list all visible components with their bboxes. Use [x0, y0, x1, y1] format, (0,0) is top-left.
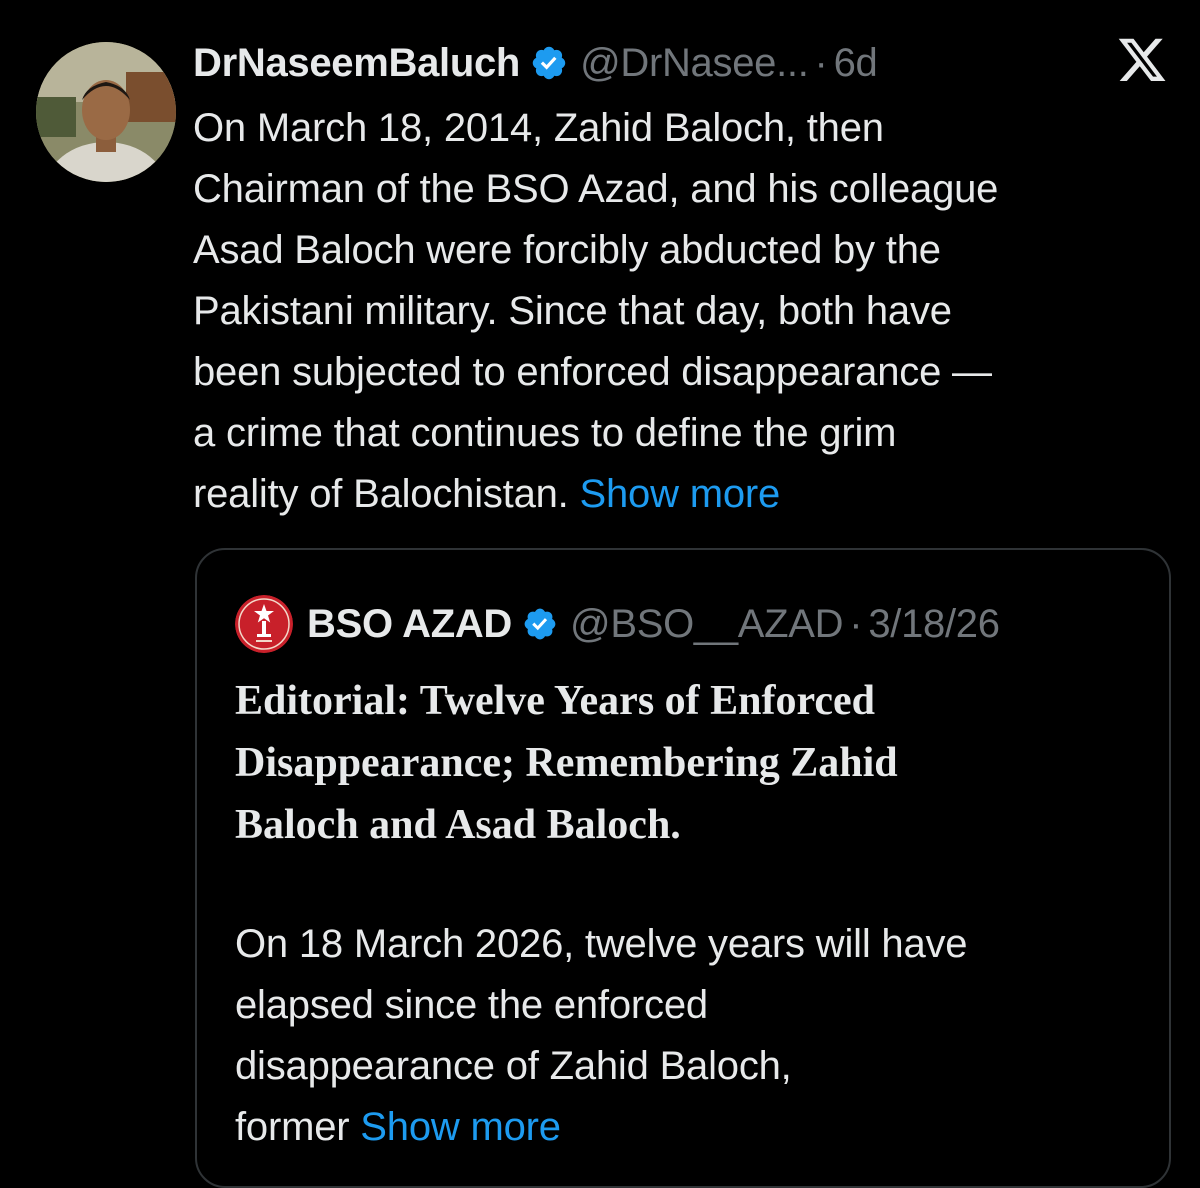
author-name[interactable]: DrNaseemBaluch [193, 41, 520, 86]
author-avatar[interactable] [36, 42, 176, 182]
tweet-text-line-last: reality of Balochistan. Show more [193, 464, 1183, 525]
tweet-text-line-content: reality of Balochistan. [193, 472, 569, 516]
quoted-body-text: On 18 March 2026, twelve years will have… [235, 914, 1155, 1158]
tweet-timestamp[interactable]: 6d [834, 41, 878, 86]
tweet-text-line: a crime that continues to define the gri… [193, 411, 897, 455]
tweet-text-line: Asad Baloch were forcibly abducted by th… [193, 228, 941, 272]
quoted-headline-line: Editorial: Twelve Years of Enforced [235, 678, 876, 724]
quoted-tweet-header: BSO AZAD @BSO__AZAD · 3/18/26 [235, 595, 1000, 653]
quoted-author-handle[interactable]: @BSO__AZAD [570, 602, 844, 647]
quoted-body-line: elapsed since the enforced [235, 983, 708, 1027]
quoted-show-more-link[interactable]: Show more [360, 1105, 561, 1149]
tweet-header: DrNaseemBaluch @DrNasee... · 6d [193, 38, 878, 88]
tweet-text-line: On March 18, 2014, Zahid Baloch, then [193, 106, 884, 150]
quoted-headline-line: Baloch and Asad Baloch. [235, 802, 681, 848]
quoted-body-line: disappearance of Zahid Baloch, [235, 1044, 792, 1088]
tweet-text: On March 18, 2014, Zahid Baloch, then Ch… [193, 98, 1183, 525]
tweet-text-line: been subjected to enforced disappearance… [193, 350, 992, 394]
x-logo-icon[interactable] [1116, 38, 1168, 86]
quoted-tweet-timestamp[interactable]: 3/18/26 [868, 602, 1000, 647]
verified-badge-icon [530, 44, 568, 82]
verified-badge-icon [522, 606, 558, 642]
quoted-author-name[interactable]: BSO AZAD [307, 602, 512, 647]
tweet-text-line: Pakistani military. Since that day, both… [193, 289, 952, 333]
tweet-text-line: Chairman of the BSO Azad, and his collea… [193, 167, 999, 211]
header-separator: · [814, 40, 828, 85]
quoted-body-line-content: former [235, 1105, 350, 1149]
quoted-body-line: On 18 March 2026, twelve years will have [235, 922, 968, 966]
quoted-headline: Editorial: Twelve Years of Enforced Disa… [235, 670, 1155, 856]
quoted-headline-line: Disappearance; Remembering Zahid [235, 740, 898, 786]
quoted-header-separator: · [849, 601, 863, 646]
show-more-link[interactable]: Show more [580, 472, 781, 516]
quoted-body-line-last: former Show more [235, 1097, 1155, 1158]
author-handle[interactable]: @DrNasee... [580, 41, 809, 86]
quoted-author-avatar[interactable] [235, 595, 293, 653]
quoted-tweet-card[interactable]: BSO AZAD @BSO__AZAD · 3/18/26 Editorial:… [195, 548, 1171, 1188]
